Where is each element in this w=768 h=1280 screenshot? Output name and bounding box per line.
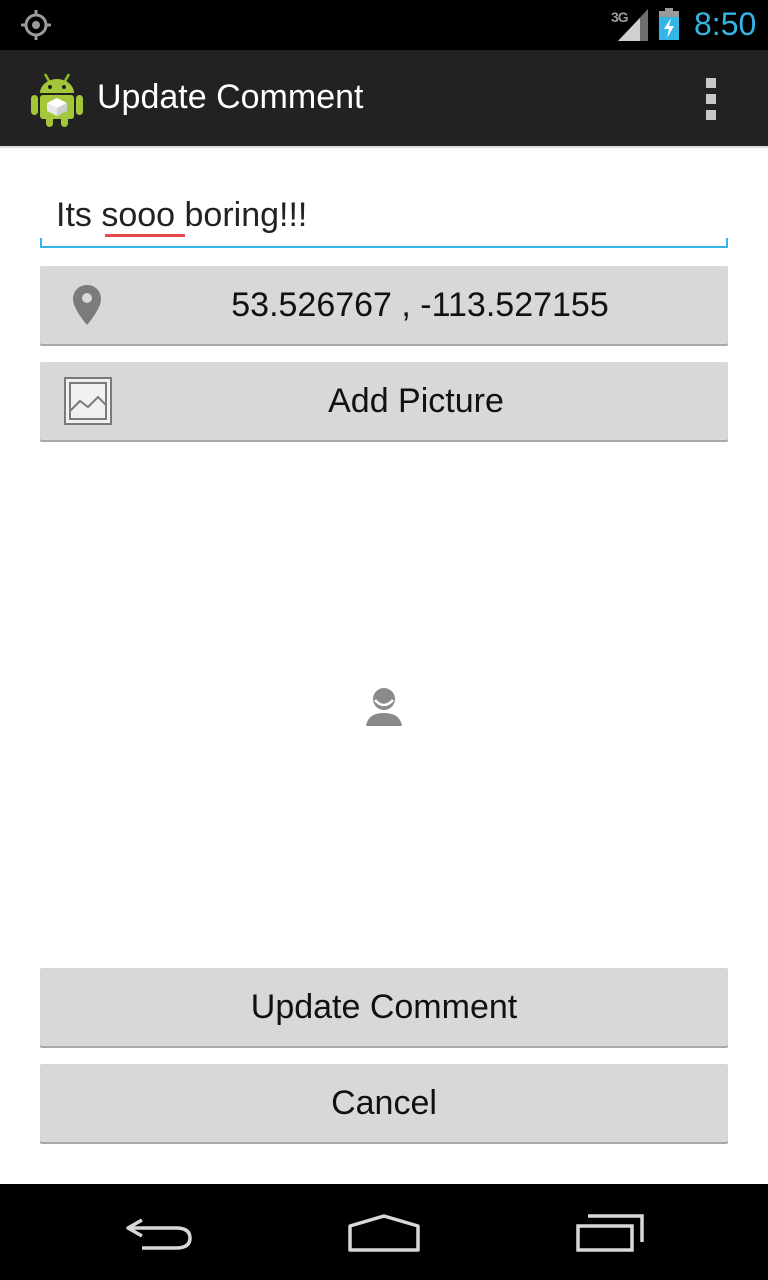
status-bar: 3G 8:50 xyxy=(0,0,768,50)
page-title: Update Comment xyxy=(97,78,364,116)
location-button[interactable]: 53.526767 , -113.527155 xyxy=(40,266,728,344)
back-button[interactable] xyxy=(100,1184,220,1280)
overflow-menu-icon[interactable] xyxy=(698,76,726,122)
navigation-bar xyxy=(0,1184,768,1280)
back-icon xyxy=(126,1218,192,1250)
cancel-label: Cancel xyxy=(331,1084,437,1122)
home-button[interactable] xyxy=(324,1184,444,1280)
update-comment-button[interactable]: Update Comment xyxy=(40,968,728,1046)
recent-apps-icon xyxy=(576,1214,644,1252)
cancel-button[interactable]: Cancel xyxy=(40,1064,728,1142)
clock-time: 8:50 xyxy=(694,6,757,42)
location-pin-icon xyxy=(73,285,101,325)
spell-check-underline xyxy=(105,234,185,237)
battery-charging-icon xyxy=(659,8,679,40)
add-picture-label: Add Picture xyxy=(328,382,504,420)
user-placeholder-icon xyxy=(366,688,402,726)
comment-input[interactable]: Its sooo boring!!! xyxy=(56,196,307,235)
gps-icon xyxy=(21,10,51,40)
home-icon xyxy=(348,1214,420,1252)
action-bar: Update Comment xyxy=(0,50,768,148)
location-coordinates-label: 53.526767 , -113.527155 xyxy=(231,286,609,324)
android-app-icon xyxy=(31,73,83,127)
comment-field[interactable]: Its sooo boring!!! xyxy=(40,186,728,248)
signal-icon xyxy=(618,9,648,41)
update-comment-label: Update Comment xyxy=(250,988,518,1026)
recent-apps-button[interactable] xyxy=(550,1184,670,1280)
add-picture-button[interactable]: Add Picture xyxy=(40,362,728,440)
